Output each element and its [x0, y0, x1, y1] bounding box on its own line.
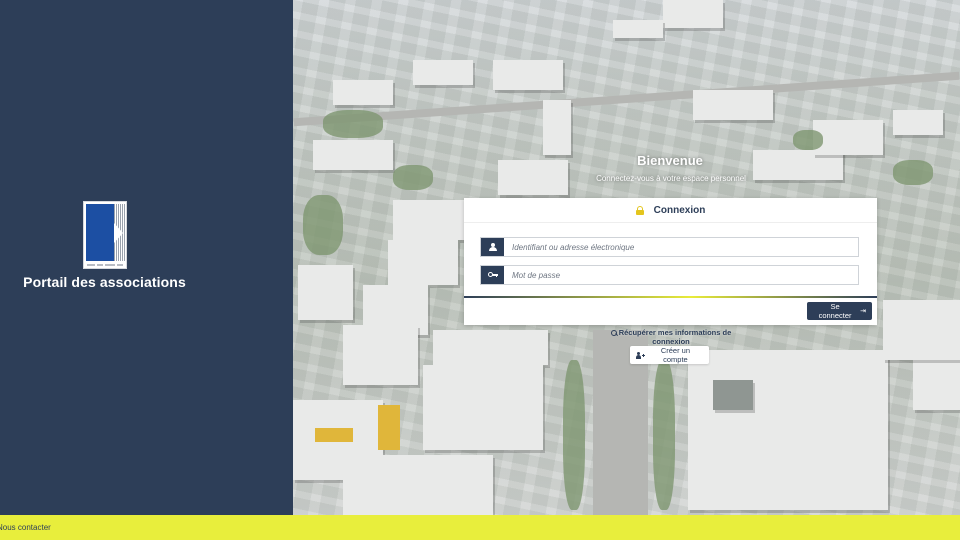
password-field — [480, 265, 859, 285]
lock-icon — [635, 205, 644, 215]
portal-title: Portail des associations — [23, 274, 186, 290]
login-button-label: Se connecter — [818, 302, 852, 320]
recover-credentials-link[interactable]: Récupérer mes informations de connexion — [591, 328, 751, 346]
footer: Nous contacter — [0, 515, 960, 540]
left-panel: Portail des associations — [0, 0, 293, 515]
login-button[interactable]: Se connecter ⇥ — [807, 302, 872, 320]
card-accent-bar — [464, 296, 877, 298]
login-card-header: Connexion — [464, 198, 877, 222]
search-icon — [610, 330, 618, 337]
login-card-title: Connexion — [653, 204, 706, 216]
welcome-title: Bienvenue — [637, 153, 703, 168]
username-input[interactable] — [504, 238, 858, 256]
create-account-label: Créer un compte — [660, 346, 691, 364]
user-plus-icon — [636, 351, 645, 359]
key-icon — [487, 271, 498, 279]
contact-link[interactable]: Nous contacter — [0, 523, 51, 532]
recover-credentials-label: Récupérer mes informations de connexion — [618, 328, 732, 346]
welcome-subtitle: Connectez-vous à votre espace personnel — [596, 174, 746, 183]
user-icon — [488, 243, 497, 251]
city-logo — [83, 201, 127, 269]
username-prefix — [481, 238, 504, 256]
create-account-button[interactable]: Créer un compte — [630, 346, 709, 364]
username-field — [480, 237, 859, 257]
password-input[interactable] — [504, 266, 858, 284]
password-prefix — [481, 266, 504, 284]
card-divider — [464, 222, 877, 223]
sign-in-icon: ⇥ — [860, 308, 866, 315]
